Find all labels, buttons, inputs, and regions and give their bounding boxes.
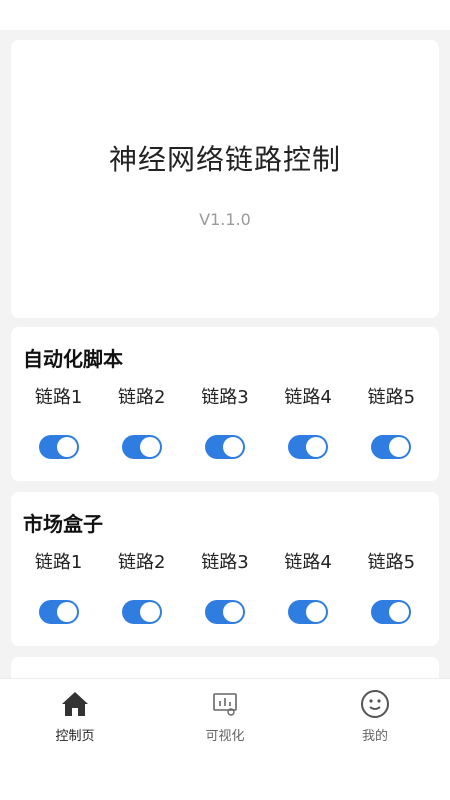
header-card: 神经网络链路控制 V1.1.0 <box>11 40 439 318</box>
section-card-market-box: 市场盒子 链路1 链路2 链路3 链路4 链路5 <box>11 492 439 646</box>
toggle-knob <box>139 437 160 457</box>
link-item: 链路5 <box>352 385 430 459</box>
link-item: 链路2 <box>103 550 181 624</box>
link-label: 链路5 <box>367 387 416 408</box>
toggle-knob <box>56 437 77 457</box>
link-label: 链路4 <box>284 387 332 408</box>
link-label: 链路3 <box>201 552 249 573</box>
toggle-knob <box>139 602 160 622</box>
tab-control[interactable]: 控制页 <box>0 679 150 800</box>
link-toggle[interactable] <box>288 435 329 459</box>
link-toggle[interactable] <box>288 600 329 624</box>
chart-icon <box>210 689 240 719</box>
link-toggle[interactable] <box>204 435 245 459</box>
link-item: 链路5 <box>352 550 430 624</box>
link-toggle[interactable] <box>38 600 79 624</box>
link-item: 链路1 <box>20 385 98 459</box>
tab-visualize[interactable]: 可视化 <box>150 679 300 800</box>
link-item: 链路4 <box>269 550 347 624</box>
app-version: V1.1.0 <box>199 210 251 229</box>
links-row: 链路1 链路2 链路3 链路4 链路5 <box>11 385 439 459</box>
smiley-icon <box>360 689 390 719</box>
link-label: 链路1 <box>34 552 83 573</box>
tab-label: 我的 <box>361 729 388 744</box>
tab-label: 可视化 <box>205 729 245 744</box>
link-item: 链路2 <box>103 385 181 459</box>
link-item: 链路3 <box>186 385 264 459</box>
tab-label: 控制页 <box>55 729 95 744</box>
link-label: 链路2 <box>118 552 166 573</box>
link-label: 链路3 <box>201 387 249 408</box>
toggle-knob <box>222 602 243 622</box>
toggle-knob <box>389 437 410 457</box>
bottom-tab-bar: 控制页 可视化 我的 <box>0 678 450 800</box>
link-label: 链路5 <box>367 552 416 573</box>
app-title: 神经网络链路控制 <box>108 143 341 176</box>
link-item: 链路3 <box>186 550 264 624</box>
link-toggle[interactable] <box>371 600 412 624</box>
tab-mine[interactable]: 我的 <box>300 679 450 800</box>
section-title: 自动化脚本 <box>23 347 123 371</box>
section-card-partial <box>11 657 439 678</box>
toggle-knob <box>306 437 327 457</box>
home-icon <box>60 689 90 719</box>
link-label: 链路1 <box>34 387 83 408</box>
link-item: 链路4 <box>269 385 347 459</box>
section-title: 市场盒子 <box>23 512 103 536</box>
link-toggle[interactable] <box>371 435 412 459</box>
link-toggle[interactable] <box>121 435 162 459</box>
section-card-automation: 自动化脚本 链路1 链路2 链路3 链路4 链路5 <box>11 327 439 481</box>
toggle-knob <box>389 602 410 622</box>
status-bar <box>0 0 450 30</box>
link-item: 链路1 <box>20 550 98 624</box>
links-row: 链路1 链路2 链路3 链路4 链路5 <box>11 550 439 624</box>
link-toggle[interactable] <box>38 435 79 459</box>
main-content: 神经网络链路控制 V1.1.0 自动化脚本 链路1 链路2 链路3 链路4 链路… <box>0 30 450 678</box>
toggle-knob <box>56 602 77 622</box>
link-toggle[interactable] <box>204 600 245 624</box>
link-toggle[interactable] <box>121 600 162 624</box>
link-label: 链路4 <box>284 552 332 573</box>
toggle-knob <box>222 437 243 457</box>
toggle-knob <box>306 602 327 622</box>
link-label: 链路2 <box>118 387 166 408</box>
